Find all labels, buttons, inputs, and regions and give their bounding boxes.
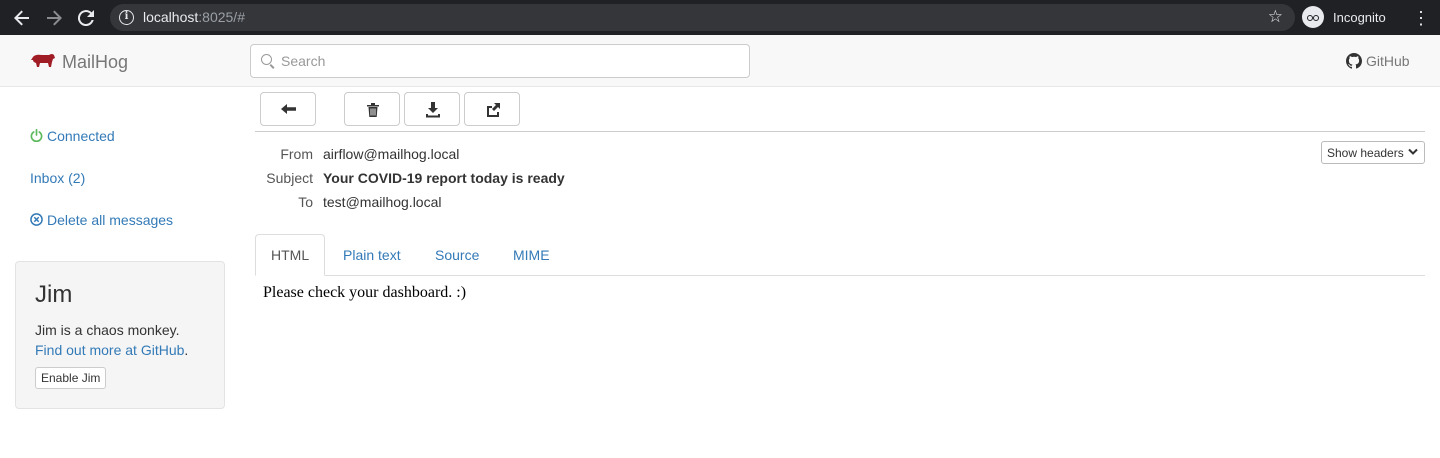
search-box[interactable]: [250, 44, 750, 78]
chevron-down-icon: [1408, 148, 1418, 155]
trash-icon: [367, 103, 379, 117]
star-icon[interactable]: ☆: [1268, 7, 1283, 27]
search-input[interactable]: [281, 45, 741, 77]
power-icon: [30, 128, 43, 145]
browser-toolbar: i localhost:8025/# ☆ Incognito ⋮: [0, 0, 1440, 35]
back-arrow-icon[interactable]: [10, 6, 34, 30]
connected-label: Connected: [47, 128, 115, 144]
info-icon[interactable]: i: [119, 10, 134, 25]
release-icon: [487, 103, 500, 117]
incognito-label: Incognito: [1333, 10, 1386, 25]
app-navbar: MailHog GitHub: [0, 35, 1440, 87]
from-label: From: [280, 146, 313, 162]
delete-all-link[interactable]: Delete all messages: [30, 212, 173, 229]
release-button[interactable]: [464, 92, 520, 126]
back-icon: [281, 104, 296, 114]
jim-description: Jim is a chaos monkey. Find out more at …: [35, 322, 189, 358]
github-icon: [1346, 53, 1362, 69]
jim-panel: Jim Jim is a chaos monkey. Find out more…: [15, 261, 225, 409]
show-headers-label: Show headers: [1327, 146, 1404, 160]
remove-circle-icon: [30, 213, 43, 229]
download-icon: [426, 102, 440, 118]
reload-icon[interactable]: [74, 6, 98, 30]
enable-jim-button[interactable]: Enable Jim: [35, 367, 107, 389]
connected-status[interactable]: Connected: [30, 128, 115, 145]
pig-logo-icon: [31, 54, 55, 67]
show-headers-select[interactable]: Show headers: [1321, 141, 1425, 164]
delete-button[interactable]: [344, 92, 400, 126]
forward-arrow-icon[interactable]: [42, 6, 66, 30]
address-bar[interactable]: i localhost:8025/# ☆: [110, 4, 1295, 31]
delete-all-label: Delete all messages: [47, 212, 174, 228]
kebab-menu-icon[interactable]: ⋮: [1412, 6, 1430, 30]
tab-mime[interactable]: MIME: [498, 234, 565, 276]
download-button[interactable]: [404, 92, 460, 126]
github-label: GitHub: [1366, 53, 1410, 69]
incognito-icon: [1302, 6, 1324, 28]
search-icon: [261, 54, 272, 65]
jim-github-link[interactable]: Find out more at GitHub: [35, 342, 184, 358]
jim-title: Jim: [35, 281, 73, 308]
sidebar-item-inbox[interactable]: Inbox (2): [30, 170, 85, 186]
subject-label: Subject: [266, 170, 313, 186]
toolbar-divider: [255, 131, 1425, 132]
to-value: test@mailhog.local: [323, 194, 442, 210]
message-body: Please check your dashboard. :): [263, 284, 467, 301]
back-button[interactable]: [260, 92, 316, 126]
url-text[interactable]: localhost:8025/#: [143, 9, 245, 25]
from-value: airflow@mailhog.local: [323, 146, 460, 162]
brand-name: MailHog: [62, 52, 129, 72]
tab-source[interactable]: Source: [420, 234, 494, 276]
tab-html[interactable]: HTML: [255, 234, 326, 276]
tab-plain-text[interactable]: Plain text: [328, 234, 416, 276]
subject-value: Your COVID-19 report today is ready: [323, 170, 565, 186]
to-label: To: [298, 194, 313, 210]
